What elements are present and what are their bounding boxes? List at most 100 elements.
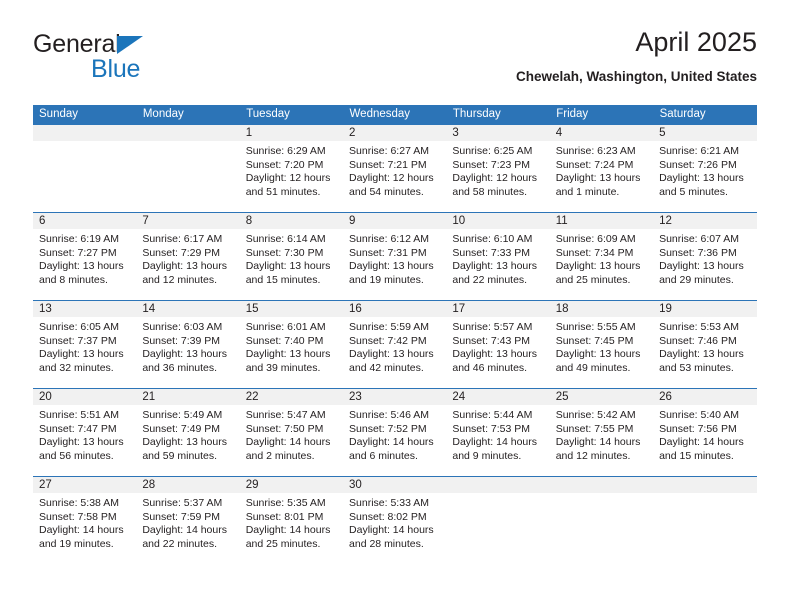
calendar-day-cell[interactable]: 1 Sunrise: 6:29 AM Sunset: 7:20 PM Daylight… — [239, 124, 344, 213]
daylight-duration-line1: Daylight: 13 hours — [659, 260, 744, 273]
day-sun-info: Sunrise: 6:29 AM Sunset: 7:20 PM Daylight:… — [240, 141, 343, 199]
daylight-duration-line2: and 56 minutes. — [39, 449, 114, 462]
calendar-day-cell[interactable]: 18 Sunrise: 5:55 AM Sunset: 7:45 PM Dayligh… — [549, 300, 654, 389]
day-number: 4 — [549, 125, 654, 141]
calendar-day-cell[interactable]: 15 Sunrise: 6:01 AM Sunset: 7:40 PM Dayligh… — [239, 300, 344, 389]
sunset-time: Sunset: 7:45 PM — [555, 334, 634, 347]
calendar-day-cell[interactable]: 10 Sunrise: 6:10 AM Sunset: 7:33 PM Dayligh… — [446, 212, 550, 301]
day-number — [549, 477, 654, 493]
daylight-duration-line2: and 8 minutes. — [39, 273, 108, 286]
calendar-day-cell[interactable]: 17 Sunrise: 5:57 AM Sunset: 7:43 PM Dayligh… — [446, 300, 550, 389]
daylight-duration-line2: and 36 minutes. — [142, 361, 218, 374]
day-number: 27 — [33, 477, 137, 493]
weekday-header-wednesday: Wednesday — [343, 105, 447, 125]
day-sun-info: Sunrise: 6:10 AM Sunset: 7:33 PM Daylight:… — [446, 229, 549, 287]
calendar-day-cell[interactable]: 5 Sunrise: 6:21 AM Sunset: 7:26 PM Daylight… — [653, 124, 757, 213]
day-number: 16 — [343, 301, 447, 317]
calendar-day-cell[interactable]: 24 Sunrise: 5:44 AM Sunset: 7:53 PM Dayligh… — [446, 388, 550, 477]
sunrise-time: Sunrise: 6:19 AM — [39, 233, 119, 245]
day-number: 7 — [136, 213, 240, 229]
sunset-time: Sunset: 7:27 PM — [39, 246, 117, 259]
sunset-time: Sunset: 7:40 PM — [245, 334, 324, 347]
sunrise-time: Sunrise: 5:57 AM — [452, 321, 533, 333]
calendar-day-cell[interactable]: 21 Sunrise: 5:49 AM Sunset: 7:49 PM Dayligh… — [136, 388, 240, 477]
day-number: 29 — [239, 477, 344, 493]
sunrise-time: Sunrise: 6:17 AM — [142, 233, 223, 245]
calendar-week-row: 27 Sunrise: 5:38 AM Sunset: 7:58 PM Dayligh… — [33, 476, 757, 565]
daylight-duration-line2: and 22 minutes. — [452, 273, 528, 286]
calendar-day-cell[interactable]: 25 Sunrise: 5:42 AM Sunset: 7:55 PM Dayligh… — [549, 388, 654, 477]
daylight-duration-line1: Daylight: 13 hours — [349, 260, 434, 273]
day-sun-info: Sunrise: 6:25 AM Sunset: 7:23 PM Daylight:… — [446, 141, 549, 199]
sunset-time: Sunset: 7:21 PM — [349, 158, 427, 171]
calendar-day-cell[interactable]: 22 Sunrise: 5:47 AM Sunset: 7:50 PM Dayligh… — [239, 388, 344, 477]
calendar-day-cell[interactable]: 3 Sunrise: 6:25 AM Sunset: 7:23 PM Daylight… — [446, 124, 550, 213]
weekday-header-tuesday: Tuesday — [239, 105, 344, 125]
calendar-day-cell[interactable]: 8 Sunrise: 6:14 AM Sunset: 7:30 PM Daylight… — [239, 212, 344, 301]
daylight-duration-line2: and 9 minutes. — [452, 449, 522, 462]
calendar-day-cell[interactable]: 23 Sunrise: 5:46 AM Sunset: 7:52 PM Dayligh… — [343, 388, 447, 477]
daylight-duration-line1: Daylight: 13 hours — [659, 348, 744, 361]
calendar-day-cell[interactable]: 6 Sunrise: 6:19 AM Sunset: 7:27 PM Daylight… — [33, 212, 137, 301]
day-sun-info: Sunrise: 5:33 AM Sunset: 8:02 PM Daylight:… — [343, 493, 446, 551]
calendar-day-cell[interactable]: 4 Sunrise: 6:23 AM Sunset: 7:24 PM Daylight… — [549, 124, 654, 213]
daylight-duration-line1: Daylight: 13 hours — [452, 348, 538, 361]
day-sun-info: Sunrise: 6:03 AM Sunset: 7:39 PM Daylight:… — [136, 317, 239, 375]
day-sun-info: Sunrise: 5:55 AM Sunset: 7:45 PM Daylight:… — [550, 317, 653, 375]
daylight-duration-line1: Daylight: 13 hours — [349, 348, 434, 361]
calendar-day-cell[interactable]: 12 Sunrise: 6:07 AM Sunset: 7:36 PM Dayligh… — [653, 212, 757, 301]
calendar-day-cell[interactable]: 20 Sunrise: 5:51 AM Sunset: 7:47 PM Dayligh… — [33, 388, 137, 477]
daylight-duration-line2: and 39 minutes. — [245, 361, 321, 374]
day-sun-info: Sunrise: 5:37 AM Sunset: 7:59 PM Daylight:… — [136, 493, 239, 551]
day-number — [136, 125, 240, 141]
daylight-duration-line2: and 5 minutes. — [659, 185, 728, 198]
sunrise-time: Sunrise: 6:01 AM — [245, 321, 326, 333]
daylight-duration-line1: Daylight: 13 hours — [245, 260, 331, 273]
daylight-duration-line2: and 59 minutes. — [142, 449, 218, 462]
calendar-day-cell[interactable]: 29 Sunrise: 5:35 AM Sunset: 8:01 PM Dayligh… — [239, 476, 344, 565]
sunrise-time: Sunrise: 5:35 AM — [245, 497, 326, 509]
calendar-day-cell[interactable]: 2 Sunrise: 6:27 AM Sunset: 7:21 PM Daylight… — [343, 124, 447, 213]
day-sun-info: Sunrise: 6:09 AM Sunset: 7:34 PM Daylight:… — [550, 229, 653, 287]
day-number: 1 — [239, 125, 344, 141]
daylight-duration-line2: and 1 minute. — [555, 185, 620, 198]
daylight-duration-line2: and 22 minutes. — [142, 537, 218, 550]
daylight-duration-line2: and 49 minutes. — [555, 361, 631, 374]
sunrise-time: Sunrise: 6:27 AM — [349, 145, 429, 157]
calendar-day-cell[interactable]: 19 Sunrise: 5:53 AM Sunset: 7:46 PM Dayligh… — [653, 300, 757, 389]
calendar-day-cell[interactable]: 16 Sunrise: 5:59 AM Sunset: 7:42 PM Dayligh… — [343, 300, 447, 389]
calendar-day-cell[interactable]: 13 Sunrise: 6:05 AM Sunset: 7:37 PM Dayligh… — [33, 300, 137, 389]
calendar-day-cell[interactable]: 11 Sunrise: 6:09 AM Sunset: 7:34 PM Dayligh… — [549, 212, 654, 301]
daylight-duration-line2: and 42 minutes. — [349, 361, 424, 374]
calendar-day-cell[interactable]: 26 Sunrise: 5:40 AM Sunset: 7:56 PM Dayligh… — [653, 388, 757, 477]
calendar-week-row: 6 Sunrise: 6:19 AM Sunset: 7:27 PM Daylight… — [33, 212, 757, 301]
day-number: 23 — [343, 389, 447, 405]
day-sun-info: Sunrise: 6:05 AM Sunset: 7:37 PM Daylight:… — [33, 317, 136, 375]
day-number: 5 — [653, 125, 757, 141]
daylight-duration-line1: Daylight: 13 hours — [39, 348, 124, 361]
calendar-day-cell[interactable]: 7 Sunrise: 6:17 AM Sunset: 7:29 PM Daylight… — [136, 212, 240, 301]
daylight-duration-line2: and 25 minutes. — [555, 273, 631, 286]
weekday-header-monday: Monday — [136, 105, 241, 125]
calendar-day-cell[interactable]: 28 Sunrise: 5:37 AM Sunset: 7:59 PM Dayligh… — [136, 476, 240, 565]
calendar-day-cell[interactable]: 30 Sunrise: 5:33 AM Sunset: 8:02 PM Dayligh… — [343, 476, 447, 565]
day-sun-info: Sunrise: 5:46 AM Sunset: 7:52 PM Daylight:… — [343, 405, 446, 463]
day-number: 22 — [239, 389, 344, 405]
logo-text-blue: Blue — [91, 55, 141, 83]
daylight-duration-line2: and 6 minutes. — [349, 449, 418, 462]
sunset-time: Sunset: 7:30 PM — [245, 246, 324, 259]
sunset-time: Sunset: 7:55 PM — [555, 422, 634, 435]
daylight-duration-line2: and 12 minutes. — [555, 449, 631, 462]
day-sun-info: Sunrise: 5:35 AM Sunset: 8:01 PM Daylight:… — [240, 493, 343, 551]
general-blue-logo[interactable]: General Blue — [33, 30, 233, 86]
sunset-time: Sunset: 7:53 PM — [452, 422, 531, 435]
sunrise-time: Sunrise: 5:37 AM — [142, 497, 223, 509]
sunrise-time: Sunrise: 5:49 AM — [142, 409, 223, 421]
calendar-day-cell[interactable]: 14 Sunrise: 6:03 AM Sunset: 7:39 PM Dayligh… — [136, 300, 240, 389]
calendar-day-cell[interactable]: 27 Sunrise: 5:38 AM Sunset: 7:58 PM Dayligh… — [33, 476, 137, 565]
sunset-time: Sunset: 7:39 PM — [142, 334, 220, 347]
sunrise-time: Sunrise: 5:46 AM — [349, 409, 429, 421]
calendar-day-cell[interactable]: 9 Sunrise: 6:12 AM Sunset: 7:31 PM Daylight… — [343, 212, 447, 301]
sunset-time: Sunset: 7:58 PM — [39, 510, 117, 523]
day-sun-info: Sunrise: 6:19 AM Sunset: 7:27 PM Daylight:… — [33, 229, 136, 287]
